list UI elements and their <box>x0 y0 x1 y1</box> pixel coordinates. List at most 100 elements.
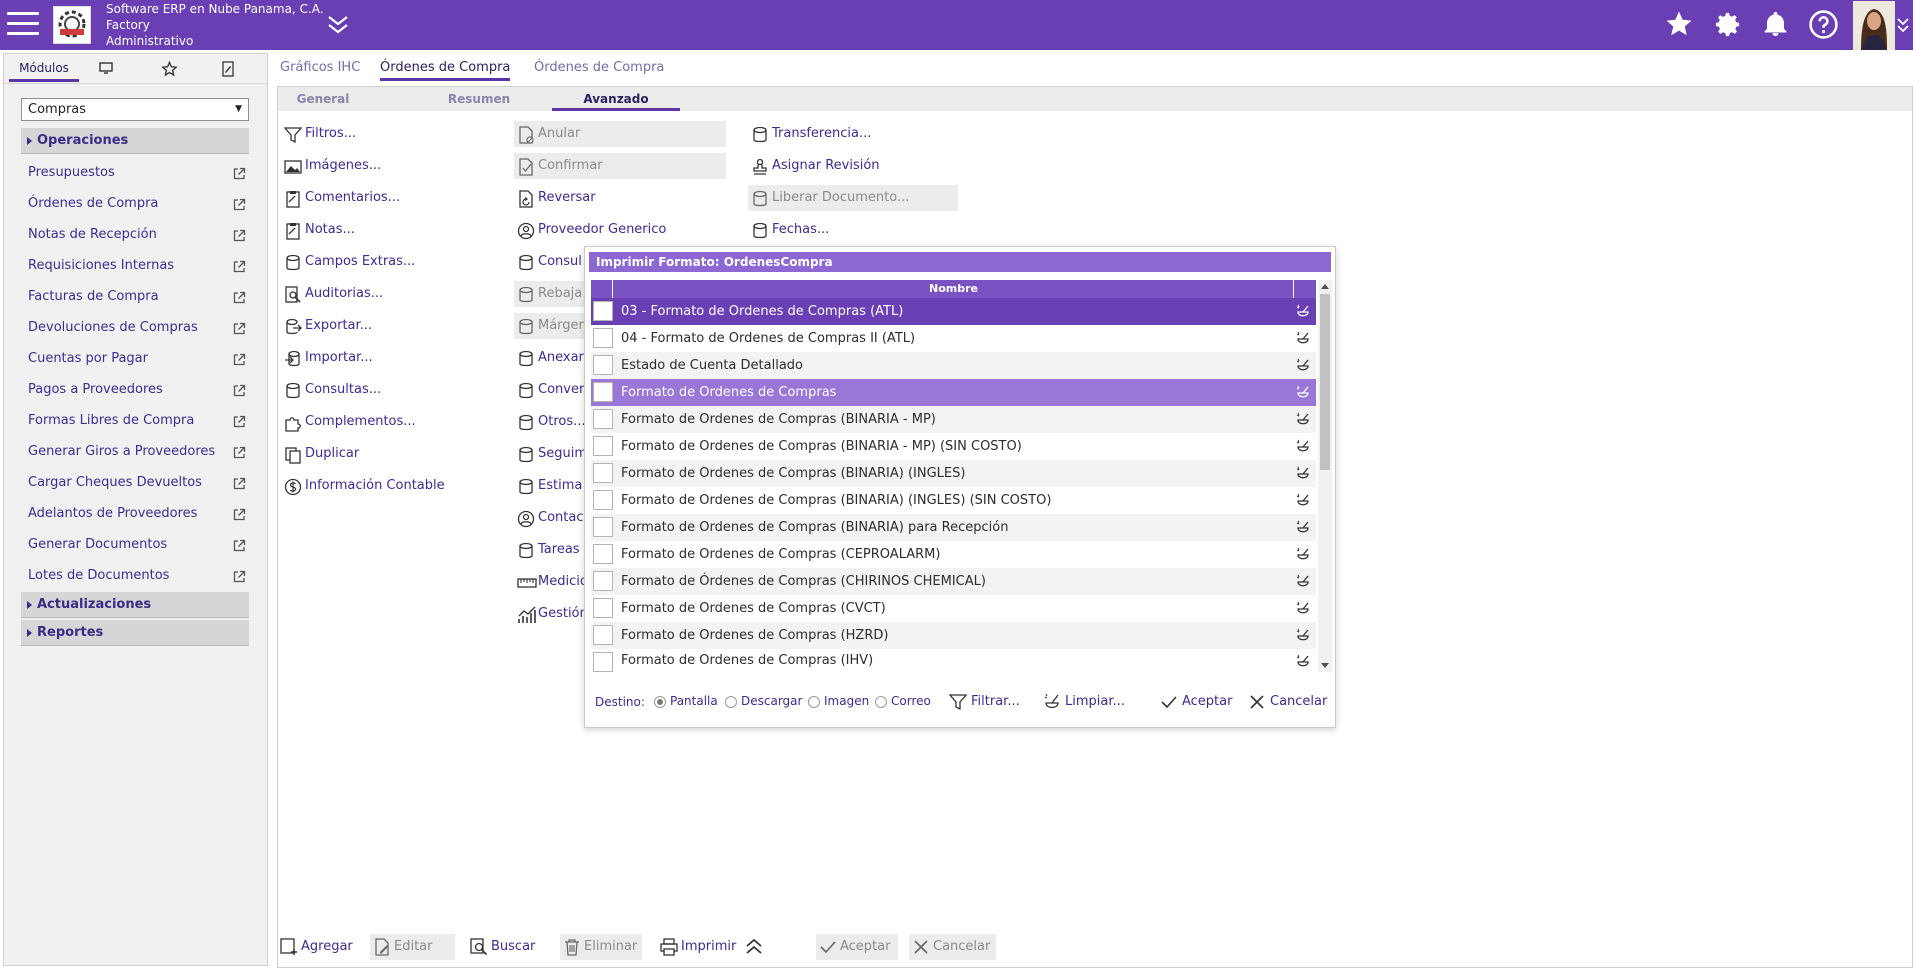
grid-scrollbar[interactable] <box>1318 280 1332 672</box>
action-mediciones[interactable]: Medicio <box>514 569 588 595</box>
scroll-up-arrow-icon[interactable] <box>1321 284 1329 289</box>
external-link-icon[interactable] <box>233 569 246 583</box>
clean-brush-icon[interactable] <box>1295 438 1311 454</box>
subtab-resumen[interactable]: Resumen <box>444 87 514 111</box>
action-rebajar[interactable]: Rebaja <box>514 281 584 307</box>
clean-brush-icon[interactable] <box>1295 411 1311 427</box>
radio-descargar-label[interactable]: Descargar <box>741 694 802 708</box>
table-row[interactable]: Formato de Ordenes de Compras (CVCT) <box>591 595 1316 622</box>
section-actualizaciones[interactable]: Actualizaciones <box>21 592 249 618</box>
sidebar-item-generar-documentos[interactable]: Generar Documentos <box>28 534 248 556</box>
clean-brush-icon[interactable] <box>1295 357 1311 373</box>
external-link-icon[interactable] <box>233 197 246 211</box>
editar-button[interactable]: Editar <box>370 934 455 960</box>
tab-modulos[interactable]: Módulos <box>9 58 79 82</box>
external-link-icon[interactable] <box>233 445 246 459</box>
company-logo[interactable] <box>53 6 91 44</box>
table-row[interactable]: Formato de Ordenes de Compras (BINARIA) … <box>591 460 1316 487</box>
row-checkbox[interactable] <box>593 571 613 591</box>
clean-brush-icon[interactable] <box>1295 303 1311 319</box>
action-convertir[interactable]: Conver <box>514 377 584 403</box>
action-proveedor-generico[interactable]: Proveedor Generico <box>514 217 666 243</box>
agregar-button[interactable]: Agregar <box>277 934 353 960</box>
aceptar-button[interactable]: Aceptar <box>1158 689 1232 715</box>
sidebar-item-facturas[interactable]: Facturas de Compra <box>28 286 248 308</box>
filtrar-button[interactable]: Filtrar... <box>947 689 1020 715</box>
help-icon[interactable] <box>1808 9 1839 44</box>
action-estimar[interactable]: Estima <box>514 473 582 499</box>
row-checkbox[interactable] <box>593 301 613 321</box>
scroll-thumb[interactable] <box>1320 294 1330 470</box>
row-checkbox[interactable] <box>593 463 613 483</box>
row-checkbox[interactable] <box>593 625 613 645</box>
action-comentarios[interactable]: Comentarios... <box>281 185 400 211</box>
external-link-icon[interactable] <box>233 538 246 552</box>
tab-ordenes-compra[interactable]: Órdenes de Compra <box>534 55 664 81</box>
row-checkbox[interactable] <box>593 328 613 348</box>
action-importar[interactable]: Importar... <box>281 345 373 371</box>
clean-brush-icon[interactable] <box>1295 546 1311 562</box>
eliminar-button[interactable]: Eliminar <box>560 934 642 960</box>
collapse-chevron-up-icon[interactable] <box>744 937 764 961</box>
row-checkbox[interactable] <box>593 652 613 672</box>
clean-brush-icon[interactable] <box>1295 492 1311 508</box>
action-consultas[interactable]: Consultas... <box>281 377 381 403</box>
row-checkbox[interactable] <box>593 409 613 429</box>
table-row[interactable]: Formato de Ordenes de Compras (CEPROALAR… <box>591 541 1316 568</box>
clean-brush-icon[interactable] <box>1295 465 1311 481</box>
action-filtros[interactable]: Filtros... <box>281 121 356 147</box>
clean-brush-icon[interactable] <box>1295 654 1311 670</box>
external-link-icon[interactable] <box>233 507 246 521</box>
user-menu-chevron-icon[interactable] <box>1896 16 1910 38</box>
cancelar-button[interactable]: Cancelar <box>1246 689 1327 715</box>
action-gestion[interactable]: Gestión <box>514 601 588 627</box>
action-seguimiento[interactable]: Seguim <box>514 441 587 467</box>
external-link-icon[interactable] <box>233 321 246 335</box>
sidebar-item-presupuestos[interactable]: Presupuestos <box>28 162 248 184</box>
table-row[interactable]: Estado de Cuenta Detallado <box>591 352 1316 379</box>
action-imagenes[interactable]: Imágenes... <box>281 153 381 179</box>
external-link-icon[interactable] <box>233 166 246 180</box>
reports-tab-icon[interactable] <box>221 61 239 77</box>
sidebar-item-notas-recepcion[interactable]: Notas de Recepción <box>28 224 248 246</box>
action-exportar[interactable]: Exportar... <box>281 313 372 339</box>
settings-gear-icon[interactable] <box>1712 9 1743 44</box>
table-row[interactable]: Formato de Órdenes de Compras (CHIRINOS … <box>591 568 1316 595</box>
expand-chevron-icon[interactable] <box>326 14 350 40</box>
row-checkbox[interactable] <box>593 490 613 510</box>
favorites-star-icon[interactable] <box>1664 9 1694 43</box>
row-checkbox[interactable] <box>593 517 613 537</box>
clean-brush-icon[interactable] <box>1295 384 1311 400</box>
subtab-avanzado[interactable]: Avanzado <box>552 87 680 111</box>
sidebar-item-requisiciones[interactable]: Requisiciones Internas <box>28 255 248 277</box>
scroll-down-arrow-icon[interactable] <box>1321 663 1329 668</box>
radio-imagen-label[interactable]: Imagen <box>824 694 869 708</box>
sidebar-item-ordenes-compra[interactable]: Órdenes de Compra <box>28 193 248 215</box>
external-link-icon[interactable] <box>233 259 246 273</box>
row-checkbox[interactable] <box>593 436 613 456</box>
action-tareas[interactable]: Tareas <box>514 537 580 563</box>
buscar-button[interactable]: Buscar <box>467 934 535 960</box>
radio-pantalla-label[interactable]: Pantalla <box>670 694 718 708</box>
action-otros[interactable]: Otros... <box>514 409 586 435</box>
table-row[interactable]: Formato de Ordenes de Compras (HZRD) <box>591 622 1316 649</box>
action-notas[interactable]: Notas... <box>281 217 355 243</box>
tab-graficos-ihc[interactable]: Gráficos IHC <box>280 55 360 81</box>
row-checkbox[interactable] <box>593 355 613 375</box>
action-reversar[interactable]: Reversar <box>514 185 596 211</box>
table-row[interactable]: 03 - Formato de Ordenes de Compras (ATL) <box>591 298 1316 325</box>
clean-brush-icon[interactable] <box>1295 519 1311 535</box>
radio-imagen[interactable] <box>808 696 820 708</box>
external-link-icon[interactable] <box>233 476 246 490</box>
clean-brush-icon[interactable] <box>1295 600 1311 616</box>
sidebar-item-devoluciones[interactable]: Devoluciones de Compras <box>28 317 248 339</box>
tab-ordenes-compra-active[interactable]: Órdenes de Compra <box>380 55 511 81</box>
action-transferencia[interactable]: Transferencia... <box>748 121 871 147</box>
aceptar-toolbar-button[interactable]: Aceptar <box>816 934 898 960</box>
action-informacion-contable[interactable]: Información Contable <box>281 473 445 499</box>
module-select[interactable]: Compras ▼ <box>21 98 249 121</box>
sidebar-item-generar-giros[interactable]: Generar Giros a Proveedores <box>28 441 248 463</box>
clean-brush-icon[interactable] <box>1295 330 1311 346</box>
action-confirmar[interactable]: Confirmar <box>514 153 726 179</box>
desktop-icon[interactable] <box>98 61 116 77</box>
